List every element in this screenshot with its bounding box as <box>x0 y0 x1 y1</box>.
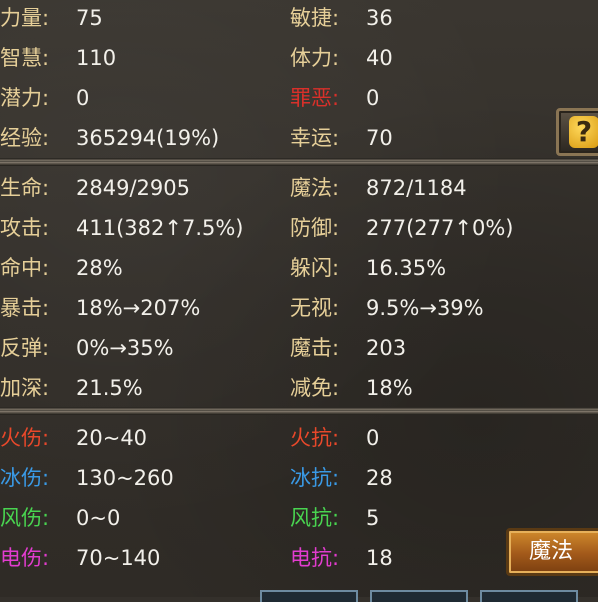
stat-value: 18 <box>366 546 393 570</box>
stat-label: 火抗: <box>290 426 340 450</box>
stat-value: 40 <box>366 46 393 70</box>
stat-value: 16.35% <box>366 256 447 280</box>
stat-value: 18% <box>366 376 413 400</box>
bottom-tab[interactable] <box>370 590 468 602</box>
stat-label: 力量: <box>0 6 50 30</box>
stat-label: 减免: <box>290 376 340 400</box>
stat-label: 冰抗: <box>290 466 340 490</box>
stat-value: 28 <box>366 466 393 490</box>
stat-value: 0 <box>76 86 90 110</box>
bottom-tab[interactable] <box>480 590 578 602</box>
stat-label: 反弹: <box>0 336 50 360</box>
section-divider <box>0 407 598 415</box>
stat-label: 风抗: <box>290 506 340 530</box>
stat-value: 21.5% <box>76 376 143 400</box>
stat-label: 躲闪: <box>290 256 340 280</box>
stat-label: 命中: <box>0 256 50 280</box>
stat-value: 130~260 <box>76 466 174 490</box>
stat-label: 敏捷: <box>290 6 340 30</box>
section-divider <box>0 158 598 166</box>
stat-label: 冰伤: <box>0 466 50 490</box>
stat-label: 加深: <box>0 376 50 400</box>
stat-value: 20~40 <box>76 426 148 450</box>
stat-label: 经验: <box>0 126 50 150</box>
stat-value: 203 <box>366 336 407 360</box>
stat-value: 0%→35% <box>76 336 174 360</box>
stat-label: 电伤: <box>0 546 50 570</box>
stat-label: 火伤: <box>0 426 50 450</box>
stat-label: 防御: <box>290 216 340 240</box>
stat-value: 9.5%→39% <box>366 296 484 320</box>
stat-value: 70~140 <box>76 546 161 570</box>
stat-value: 110 <box>76 46 117 70</box>
stat-label: 电抗: <box>290 546 340 570</box>
stat-label: 风伤: <box>0 506 50 530</box>
stat-value: 2849/2905 <box>76 176 190 200</box>
stat-value: 5 <box>366 506 380 530</box>
help-button[interactable]: ? <box>556 108 598 156</box>
stat-value: 75 <box>76 6 103 30</box>
stat-label: 生命: <box>0 176 50 200</box>
stat-label: 体力: <box>290 46 340 70</box>
stat-label: 幸运: <box>290 126 340 150</box>
stat-label: 潜力: <box>0 86 50 110</box>
stat-label: 无视: <box>290 296 340 320</box>
stat-label: 智慧: <box>0 46 50 70</box>
question-icon: ? <box>569 116 598 148</box>
stat-value: 411(382↑7.5%) <box>76 216 244 240</box>
bottom-tab[interactable] <box>260 590 358 602</box>
stat-label: 攻击: <box>0 216 50 240</box>
stat-value: 872/1184 <box>366 176 467 200</box>
stat-value: 365294(19%) <box>76 126 220 150</box>
stat-value: 18%→207% <box>76 296 201 320</box>
stat-value: 0 <box>366 426 380 450</box>
magic-button[interactable]: 魔法 <box>506 528 598 576</box>
stat-value: 0 <box>366 86 380 110</box>
stat-value: 277(277↑0%) <box>366 216 514 240</box>
stat-label: 魔击: <box>290 336 340 360</box>
stat-label: 暴击: <box>0 296 50 320</box>
stat-value: 0~0 <box>76 506 121 530</box>
stat-value: 28% <box>76 256 123 280</box>
stat-value: 70 <box>366 126 393 150</box>
stat-label: 罪恶: <box>290 86 340 110</box>
stat-value: 36 <box>366 6 393 30</box>
stat-label: 魔法: <box>290 176 340 200</box>
